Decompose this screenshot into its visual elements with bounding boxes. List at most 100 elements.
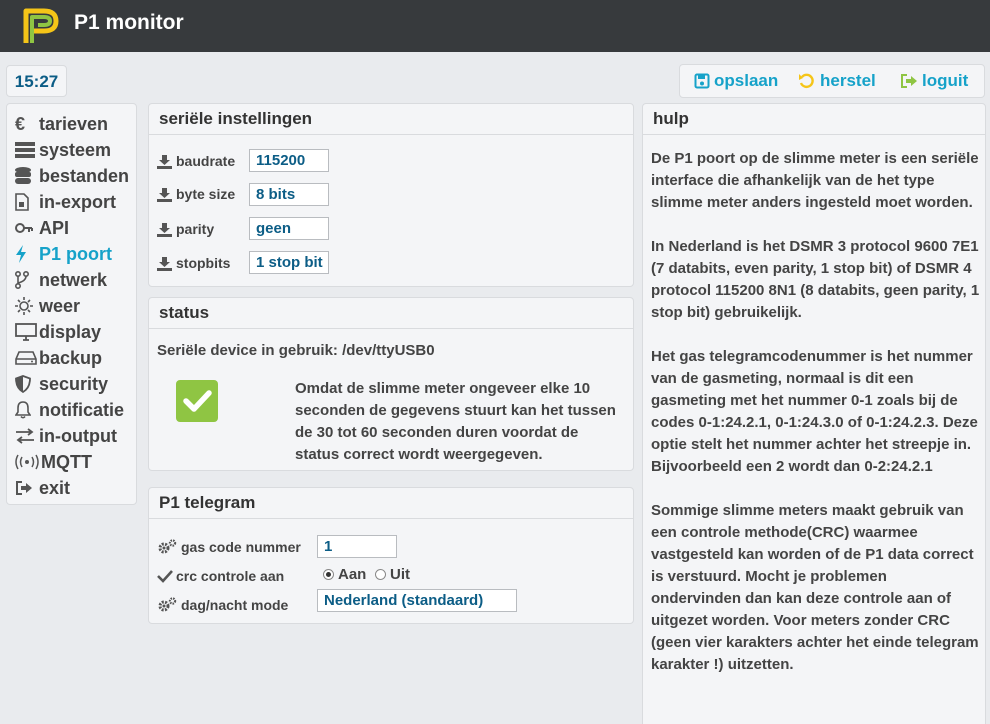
sidebar-item-in-output[interactable]: in-output [15, 424, 117, 448]
sidebar-item-label: MQTT [41, 451, 92, 472]
gas-code-input[interactable]: 1 [317, 535, 397, 558]
telegram-panel: P1 telegram gas code nummer 1 crc contro… [148, 487, 634, 624]
logout-button[interactable]: loguit [900, 71, 968, 91]
sidebar-item-notificatie[interactable]: notificatie [15, 398, 124, 422]
help-paragraph: Sommige slimme meters maakt gebruik van … [651, 502, 979, 673]
p1-logo [23, 8, 59, 43]
panel-title: seriële instellingen [149, 104, 633, 135]
key-icon [15, 218, 39, 238]
gas-code-label: gas code nummer [181, 539, 301, 555]
sidebar-item-label: notificatie [39, 399, 125, 420]
sidebar-item-label: backup [39, 347, 103, 368]
network-icon [15, 270, 39, 290]
logout-label: loguit [922, 71, 969, 90]
crc-label: crc controle aan [176, 568, 285, 584]
panel-title: status [149, 298, 633, 329]
sidebar-item-tarieven[interactable]: € tarieven [15, 112, 108, 136]
crc-on-radio[interactable] [323, 569, 334, 580]
panel-title: P1 telegram [149, 488, 633, 519]
save-icon [694, 73, 710, 89]
sidebar-item-in-export[interactable]: in-export [15, 190, 116, 214]
sidebar-item-systeem[interactable]: systeem [15, 138, 111, 162]
clock: 15:27 [6, 65, 67, 97]
server-icon [15, 140, 39, 160]
restore-button[interactable]: herstel [798, 71, 876, 91]
crc-row: crc controle aan [157, 568, 284, 584]
sidebar-item-label: API [39, 217, 70, 238]
download-icon [157, 222, 176, 237]
status-ok-icon [176, 380, 218, 422]
sidebar-item-netwerk[interactable]: netwerk [15, 268, 107, 292]
save-button[interactable]: opslaan [694, 71, 778, 91]
byte-size-label: byte size [176, 186, 236, 202]
sidebar-item-label: display [39, 321, 102, 342]
status-note: Omdat de slimme meter ongeveer elke 10 s… [295, 380, 616, 463]
sidebar-item-label: systeem [39, 139, 112, 160]
cogs-icon [157, 539, 181, 555]
stopbits-select[interactable]: 1 stop bit [249, 251, 329, 274]
help-panel: hulp De P1 poort op de slimme meter is e… [642, 103, 986, 724]
bell-icon [15, 400, 39, 420]
restore-label: herstel [820, 71, 876, 90]
serial-settings-panel: seriële instellingen baudrate 115200 byt… [148, 103, 634, 287]
download-icon [157, 256, 176, 271]
file-icon [15, 192, 39, 212]
parity-label: parity [176, 221, 215, 237]
sidebar-item-bestanden[interactable]: bestanden [15, 164, 129, 188]
monitor-icon [15, 322, 39, 342]
parity-row: parity [157, 221, 214, 237]
sidebar-item-backup[interactable]: backup [15, 346, 102, 370]
sidebar-item-label: netwerk [39, 269, 108, 290]
help-paragraph: In Nederland is het DSMR 3 protocol 9600… [651, 238, 980, 321]
crc-on-option[interactable]: Aan [323, 566, 366, 583]
crc-off-option[interactable]: Uit [375, 566, 410, 583]
undo-icon [799, 73, 814, 89]
stopbits-row: stopbits [157, 255, 230, 271]
panel-title: hulp [643, 104, 985, 135]
device-line: Seriële device in gebruik: /dev/ttyUSB0 [157, 342, 435, 359]
app-title: P1 monitor [74, 11, 184, 34]
sidebar-item-label: weer [39, 295, 81, 316]
sidebar-item-exit[interactable]: exit [15, 476, 70, 500]
baudrate-row: baudrate [157, 153, 235, 169]
download-icon [157, 187, 176, 202]
logout-icon [901, 74, 917, 88]
sidebar-item-security[interactable]: security [15, 372, 108, 396]
save-label: opslaan [714, 71, 779, 90]
sidebar-item-weer[interactable]: weer [15, 294, 80, 318]
arrows-icon [15, 426, 39, 446]
sidebar-item-label: P1 poort [39, 243, 113, 264]
sidebar-item-display[interactable]: display [15, 320, 101, 344]
exit-icon [15, 478, 39, 498]
crc-on-label: Aan [338, 566, 367, 583]
daynight-row: dag/nacht mode [157, 597, 288, 613]
help-paragraph: De P1 poort op de slimme meter is een se… [651, 150, 979, 211]
sidebar-item-api[interactable]: API [15, 216, 69, 240]
sidebar-item-label: in-export [39, 191, 117, 212]
sidebar-item-p1-poort[interactable]: P1 poort [15, 242, 112, 266]
baudrate-select[interactable]: 115200 [249, 149, 329, 172]
byte-size-select[interactable]: 8 bits [249, 183, 329, 206]
crc-off-radio[interactable] [375, 569, 386, 580]
gas-code-row: gas code nummer [157, 539, 301, 555]
sun-icon [15, 296, 39, 316]
sidebar: € tarieven systeem bestanden in-export A… [6, 103, 137, 505]
database-icon [15, 166, 39, 186]
help-paragraph: Het gas telegramcodenummer is het nummer… [651, 348, 978, 475]
sidebar-item-mqtt[interactable]: MQTT [15, 450, 92, 474]
crc-off-label: Uit [390, 566, 410, 583]
byte-size-row: byte size [157, 186, 235, 202]
sidebar-item-label: in-output [39, 425, 117, 446]
parity-select[interactable]: geen [249, 217, 329, 240]
shield-icon [15, 374, 39, 394]
sidebar-item-label: bestanden [39, 165, 130, 186]
sidebar-item-label: tarieven [39, 113, 109, 134]
help-text: De P1 poort op de slimme meter is een se… [651, 148, 981, 698]
top-bar: P1 monitor [0, 0, 990, 52]
stopbits-label: stopbits [176, 255, 231, 271]
daynight-select[interactable]: Nederland (standaard) [317, 589, 517, 612]
sidebar-item-label: security [39, 373, 109, 394]
cogs-icon [157, 597, 181, 613]
status-panel: status Seriële device in gebruik: /dev/t… [148, 297, 634, 471]
baudrate-label: baudrate [176, 153, 236, 169]
